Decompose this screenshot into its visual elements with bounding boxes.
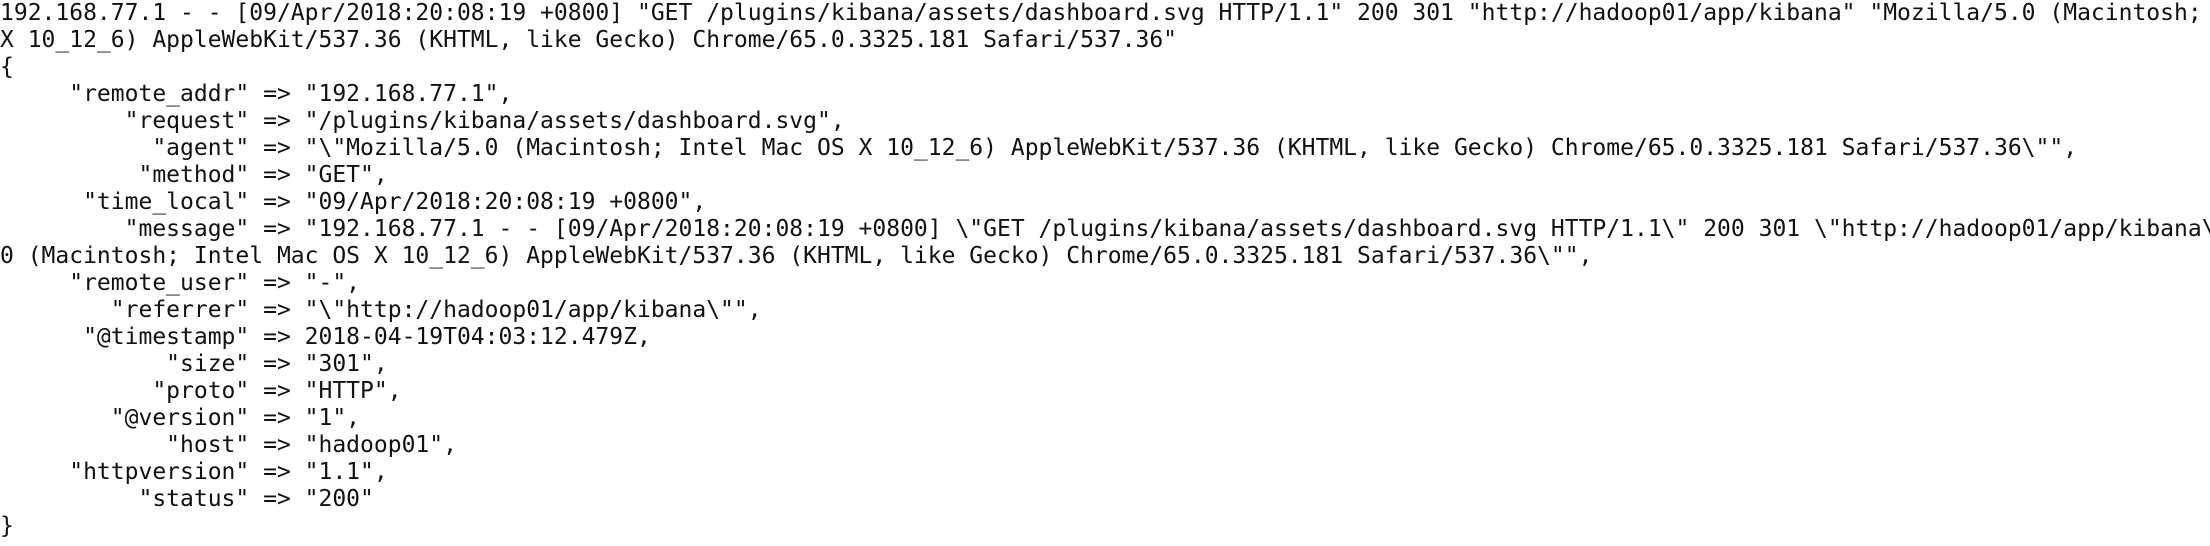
field-remote-addr: "remote_addr" => "192.168.77.1",: [0, 81, 513, 107]
log-line-raw-wrap: X 10_12_6) AppleWebKit/537.36 (KHTML, li…: [0, 27, 1178, 53]
field-time-local: "time_local" => "09/Apr/2018:20:08:19 +0…: [0, 189, 707, 215]
field-size: "size" => "301",: [0, 351, 388, 377]
field-timestamp: "@timestamp" => 2018-04-19T04:03:12.479Z…: [0, 324, 651, 350]
log-line-raw: 192.168.77.1 - - [09/Apr/2018:20:08:19 +…: [0, 0, 2210, 26]
field-message-wrap: 0 (Macintosh; Intel Mac OS X 10_12_6) Ap…: [0, 243, 1593, 269]
field-message: "message" => "192.168.77.1 - - [09/Apr/2…: [0, 216, 2210, 242]
open-brace: {: [0, 54, 14, 80]
field-version: "@version" => "1",: [0, 405, 361, 431]
field-host: "host" => "hadoop01",: [0, 432, 457, 458]
field-referrer: "referrer" => "\"http://hadoop01/app/kib…: [0, 297, 762, 323]
field-request: "request" => "/plugins/kibana/assets/das…: [0, 108, 845, 134]
field-proto: "proto" => "HTTP",: [0, 378, 402, 404]
field-method: "method" => "GET",: [0, 162, 388, 188]
close-brace: }: [0, 513, 14, 539]
terminal-output: 192.168.77.1 - - [09/Apr/2018:20:08:19 +…: [0, 0, 2210, 546]
field-agent: "agent" => "\"Mozilla/5.0 (Macintosh; In…: [0, 135, 2078, 161]
field-httpversion: "httpversion" => "1.1",: [0, 459, 388, 485]
field-remote-user: "remote_user" => "-",: [0, 270, 361, 296]
field-status: "status" => "200": [0, 486, 374, 512]
